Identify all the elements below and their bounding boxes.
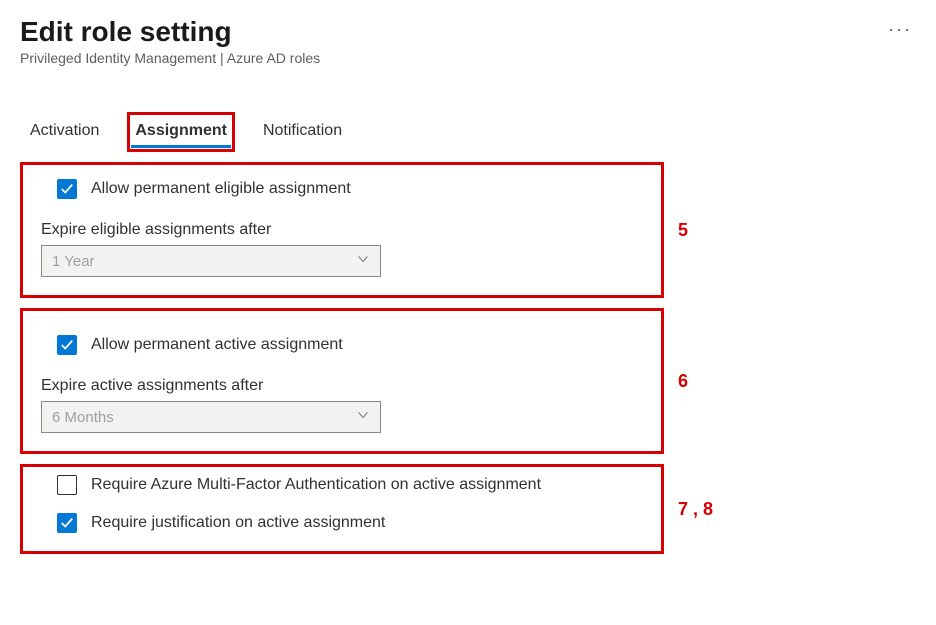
tab-assignment[interactable]: Assignment [131,116,231,148]
checkmark-icon [60,182,74,196]
tabs: Activation Assignment Notification [20,116,916,148]
callout-6: 6 [678,371,688,392]
page-title: Edit role setting [20,16,884,48]
allow-permanent-eligible-label: Allow permanent eligible assignment [91,180,351,198]
require-mfa-label: Require Azure Multi-Factor Authenticatio… [91,476,541,494]
require-justification-checkbox[interactable] [57,513,77,533]
more-actions-button[interactable]: ··· [884,16,916,42]
expire-active-value: 6 Months [52,409,114,426]
chevron-down-icon [356,252,370,270]
allow-permanent-active-checkbox[interactable] [57,335,77,355]
chevron-down-icon [356,408,370,426]
section-eligible-assignment: Allow permanent eligible assignment Expi… [20,162,664,298]
tab-activation[interactable]: Activation [26,116,103,148]
expire-eligible-value: 1 Year [52,253,95,270]
checkmark-icon [60,338,74,352]
allow-permanent-eligible-checkbox[interactable] [57,179,77,199]
section-active-requirements: Require Azure Multi-Factor Authenticatio… [20,464,664,554]
require-mfa-checkbox[interactable] [57,475,77,495]
allow-permanent-active-label: Allow permanent active assignment [91,336,343,354]
tab-notification[interactable]: Notification [259,116,346,148]
section-active-assignment: Allow permanent active assignment Expire… [20,308,664,454]
expire-eligible-select[interactable]: 1 Year [41,245,381,277]
require-justification-label: Require justification on active assignme… [91,514,385,532]
callout-5: 5 [678,220,688,241]
expire-eligible-label: Expire eligible assignments after [41,221,643,239]
callout-7-8: 7 , 8 [678,499,713,520]
breadcrumb: Privileged Identity Management | Azure A… [20,50,916,66]
expire-active-label: Expire active assignments after [41,377,643,395]
checkmark-icon [60,516,74,530]
expire-active-select[interactable]: 6 Months [41,401,381,433]
